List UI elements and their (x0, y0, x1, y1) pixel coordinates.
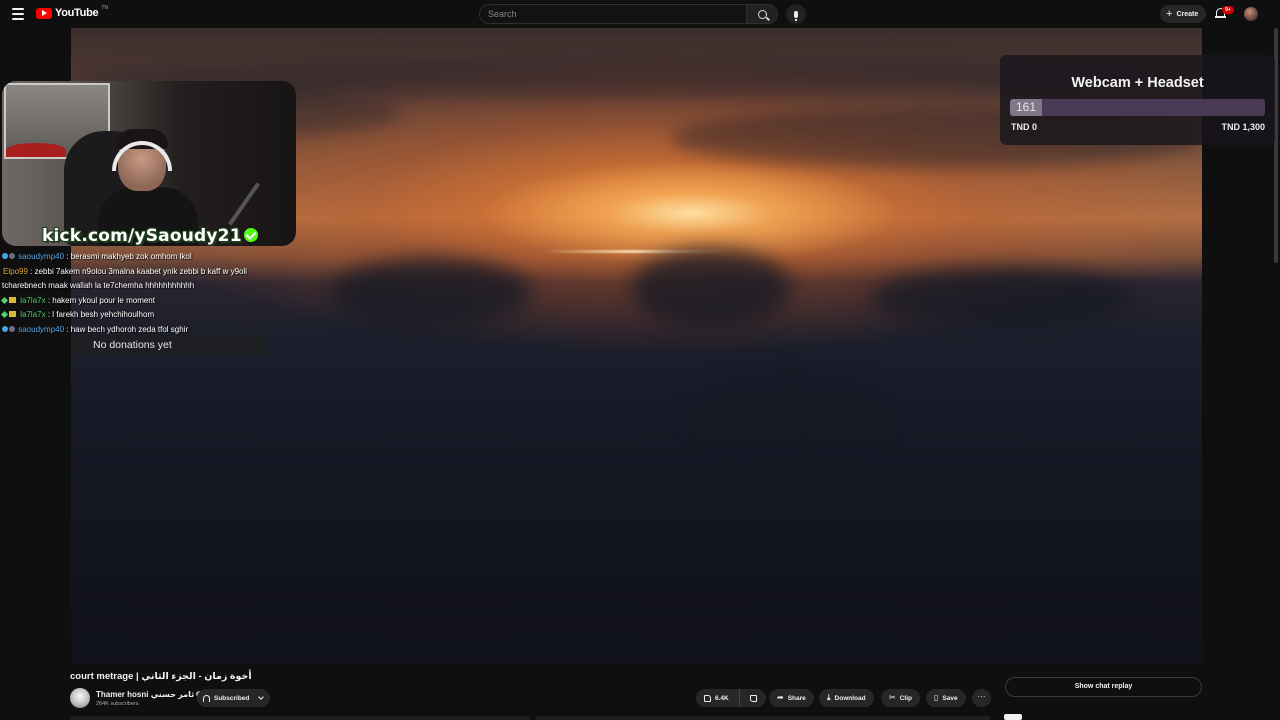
like-dislike-group: 6.4K (696, 689, 766, 707)
chat-message: la7la7x : hakem ykoul pour le moment (0, 294, 272, 309)
voice-search-button[interactable] (786, 4, 806, 24)
goal-progress-bar (1010, 99, 1265, 116)
masthead: YouTube TN + Create 9+ (0, 0, 1280, 28)
cloud-shape (331, 258, 531, 328)
thumbs-down-icon (749, 694, 757, 702)
plus-icon: + (1166, 7, 1173, 20)
account-avatar[interactable] (1244, 7, 1258, 21)
youtube-logo[interactable]: YouTube TN (36, 5, 108, 19)
chat-message: saoudymp40 : berasmi makhyeb zok omhom l… (2, 250, 272, 265)
subscribed-button[interactable]: Subscribed (197, 689, 270, 707)
download-label: Download (834, 694, 866, 702)
channel-name[interactable]: Thamer hosni ثامر حسني (96, 690, 203, 699)
goal-max-label: TND 1,300 (1221, 122, 1265, 132)
search-input[interactable] (479, 4, 746, 24)
chat-username: la7la7x (20, 310, 46, 319)
webcam-overlay: kick.com/ySaoudy21 (2, 81, 296, 246)
chat-text: : berasmi makhyeb zok omhom lkol (64, 252, 192, 261)
chat-username: saoudymp40 (18, 324, 65, 334)
create-label: Create (1176, 10, 1199, 18)
save-label: Save (942, 694, 958, 702)
like-button[interactable]: 6.4K (696, 689, 740, 707)
chat-text: : hakem ykoul pour le moment (45, 295, 155, 305)
download-button[interactable]: ⤓ Download (819, 689, 874, 707)
clip-label: Clip (899, 694, 912, 702)
save-button[interactable]: ▯ Save (926, 689, 966, 707)
subscribed-label: Subscribed (214, 694, 250, 702)
badge-icon (9, 325, 15, 332)
chat-text: : zebbi 7akem n9olou 3malna kaabet ynik … (2, 266, 248, 291)
notification-count-badge: 9+ (1222, 6, 1234, 14)
description-box-edge (70, 716, 530, 720)
chat-message: la7la7x : l farekh besh yehchihoulhom (0, 308, 272, 323)
badge-icon (9, 311, 16, 317)
create-button[interactable]: + Create (1160, 5, 1207, 23)
chevron-down-icon (258, 693, 265, 700)
chat-username: la7la7x (20, 295, 46, 305)
share-button[interactable]: ➦ Share (769, 689, 814, 707)
filter-chip-all[interactable] (1004, 714, 1022, 720)
chat-message: Elpo99 : zebbi 7akem n9olou 3malna kaabe… (2, 265, 272, 294)
cloud-shape (631, 248, 791, 328)
badge-icon (0, 310, 9, 319)
badge-icon (9, 296, 16, 303)
logo-text: YouTube (55, 7, 99, 19)
search-button[interactable] (746, 4, 778, 24)
clip-button[interactable]: ✂ Clip (881, 689, 920, 707)
verified-check-icon (243, 228, 258, 242)
stream-chat-overlay: saoudymp40 : berasmi makhyeb zok omhom l… (0, 250, 272, 337)
cloud-shape (871, 268, 1131, 328)
cloud-shape (691, 368, 891, 458)
scissors-icon: ✂ (889, 693, 896, 702)
microphone-icon (794, 10, 798, 21)
chat-text: : l farekh besh yehchihoulhom (45, 310, 155, 319)
chat-username: saoudymp40 (18, 252, 65, 261)
more-actions-button[interactable]: ··· (972, 689, 991, 707)
comments-box-edge (535, 716, 990, 720)
goal-min-label: TND 0 (1011, 122, 1038, 132)
menu-icon[interactable] (12, 8, 24, 20)
badge-icon (9, 253, 15, 259)
chat-username: Elpo99 (3, 266, 28, 276)
donations-widget: No donations yet (71, 335, 266, 356)
youtube-play-icon (36, 7, 52, 19)
share-label: Share (787, 694, 806, 702)
chat-text: : haw bech ydhoroh zeda tfol sghir (64, 324, 189, 334)
like-count: 6.4K (715, 694, 729, 702)
search-icon (757, 9, 767, 19)
channel-avatar[interactable] (70, 688, 90, 708)
bookmark-icon: ▯ (934, 693, 939, 702)
bell-icon (203, 694, 210, 702)
show-chat-replay-button[interactable]: Show chat replay (1005, 677, 1202, 697)
download-icon: ⤓ (827, 693, 831, 702)
goal-current-amount: 161 (1015, 100, 1037, 114)
search-box (479, 4, 778, 24)
microphone-arm (228, 182, 260, 226)
dislike-button[interactable] (740, 694, 766, 702)
donation-goal-widget: Webcam + Headset 161 TND 0 TND 1,300 (1000, 55, 1275, 145)
badge-icon (0, 296, 9, 304)
goal-title: Webcam + Headset (1071, 75, 1204, 91)
thumbs-up-icon (704, 694, 711, 702)
logo-region: TN (101, 5, 108, 11)
badge-icon (2, 253, 8, 259)
video-title: court metrage | أخوة زمان - الجزء الثاني (70, 671, 252, 682)
kick-channel-url: kick.com/ySaoudy21 (42, 226, 258, 246)
subscriber-count: 264K subscribers (96, 701, 139, 707)
badge-icon (2, 325, 8, 332)
share-icon: ➦ (777, 693, 784, 702)
